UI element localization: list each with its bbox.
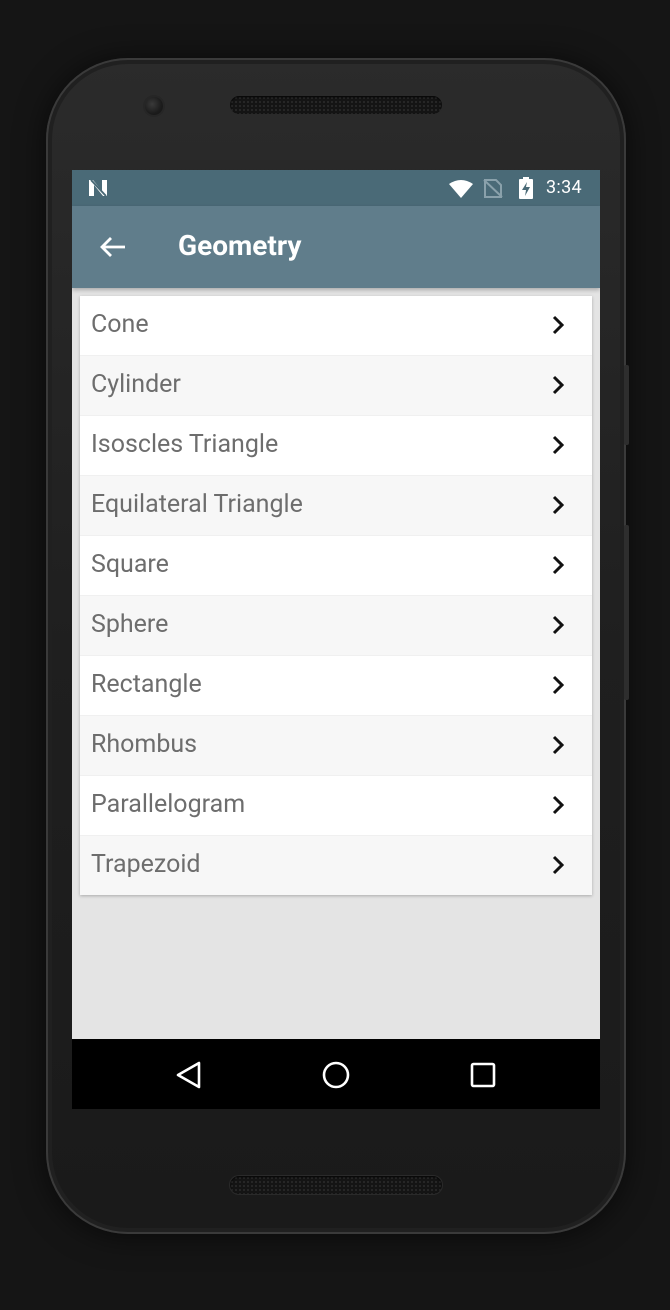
chevron-right-icon bbox=[552, 555, 564, 575]
chevron-right-icon bbox=[552, 795, 564, 815]
chevron-right-icon bbox=[552, 735, 564, 755]
list-item-label: Sphere bbox=[91, 610, 169, 639]
list-item-label: Isoscles Triangle bbox=[91, 430, 279, 459]
battery-charging-icon bbox=[519, 177, 533, 199]
list-item-label: Parallelogram bbox=[91, 790, 246, 819]
list-item-label: Rectangle bbox=[91, 670, 202, 699]
chevron-right-icon bbox=[552, 855, 564, 875]
list-item-label: Cylinder bbox=[91, 370, 181, 399]
recents-square-icon[interactable] bbox=[468, 1060, 498, 1090]
list-item-equilateral-triangle[interactable]: Equilateral Triangle bbox=[80, 475, 592, 535]
n-notification-icon bbox=[89, 179, 107, 197]
list-item-label: Cone bbox=[91, 310, 149, 339]
wifi-icon bbox=[449, 180, 473, 198]
chevron-right-icon bbox=[552, 615, 564, 635]
phone-power-button bbox=[624, 525, 629, 700]
phone-volume-button bbox=[624, 365, 629, 445]
list-item-rectangle[interactable]: Rectangle bbox=[80, 655, 592, 715]
screen: 3:34 Geometry Cone Cylinder Isoscles Tri… bbox=[72, 170, 600, 1109]
list-item-label: Rhombus bbox=[91, 730, 198, 759]
list-item-sphere[interactable]: Sphere bbox=[80, 595, 592, 655]
chevron-right-icon bbox=[552, 675, 564, 695]
earpiece-speaker bbox=[230, 96, 442, 114]
status-time: 3:34 bbox=[546, 177, 582, 198]
arrow-back-icon[interactable] bbox=[99, 235, 127, 259]
status-bar: 3:34 bbox=[72, 170, 600, 206]
list-item-label: Trapezoid bbox=[91, 850, 201, 879]
list-item-cone[interactable]: Cone bbox=[80, 296, 592, 355]
list-item-label: Square bbox=[91, 550, 169, 579]
no-sim-icon bbox=[483, 179, 503, 198]
list-item-rhombus[interactable]: Rhombus bbox=[80, 715, 592, 775]
page-title: Geometry bbox=[178, 229, 302, 262]
list-item-label: Equilateral Triangle bbox=[91, 490, 303, 519]
list-item-square[interactable]: Square bbox=[80, 535, 592, 595]
geometry-list: Cone Cylinder Isoscles Triangle Equilate… bbox=[80, 296, 592, 895]
app-bar: Geometry bbox=[72, 206, 600, 288]
bottom-speaker bbox=[230, 1176, 442, 1194]
list-item-cylinder[interactable]: Cylinder bbox=[80, 355, 592, 415]
chevron-right-icon bbox=[552, 375, 564, 395]
back-triangle-icon[interactable] bbox=[174, 1060, 204, 1090]
list-item-parallelogram[interactable]: Parallelogram bbox=[80, 775, 592, 835]
navigation-bar bbox=[72, 1039, 600, 1109]
chevron-right-icon bbox=[552, 495, 564, 515]
front-camera bbox=[145, 97, 163, 115]
list-item-isoscles-triangle[interactable]: Isoscles Triangle bbox=[80, 415, 592, 475]
chevron-right-icon bbox=[552, 435, 564, 455]
home-circle-icon[interactable] bbox=[321, 1060, 351, 1090]
list-item-trapezoid[interactable]: Trapezoid bbox=[80, 835, 592, 895]
chevron-right-icon bbox=[552, 315, 564, 335]
